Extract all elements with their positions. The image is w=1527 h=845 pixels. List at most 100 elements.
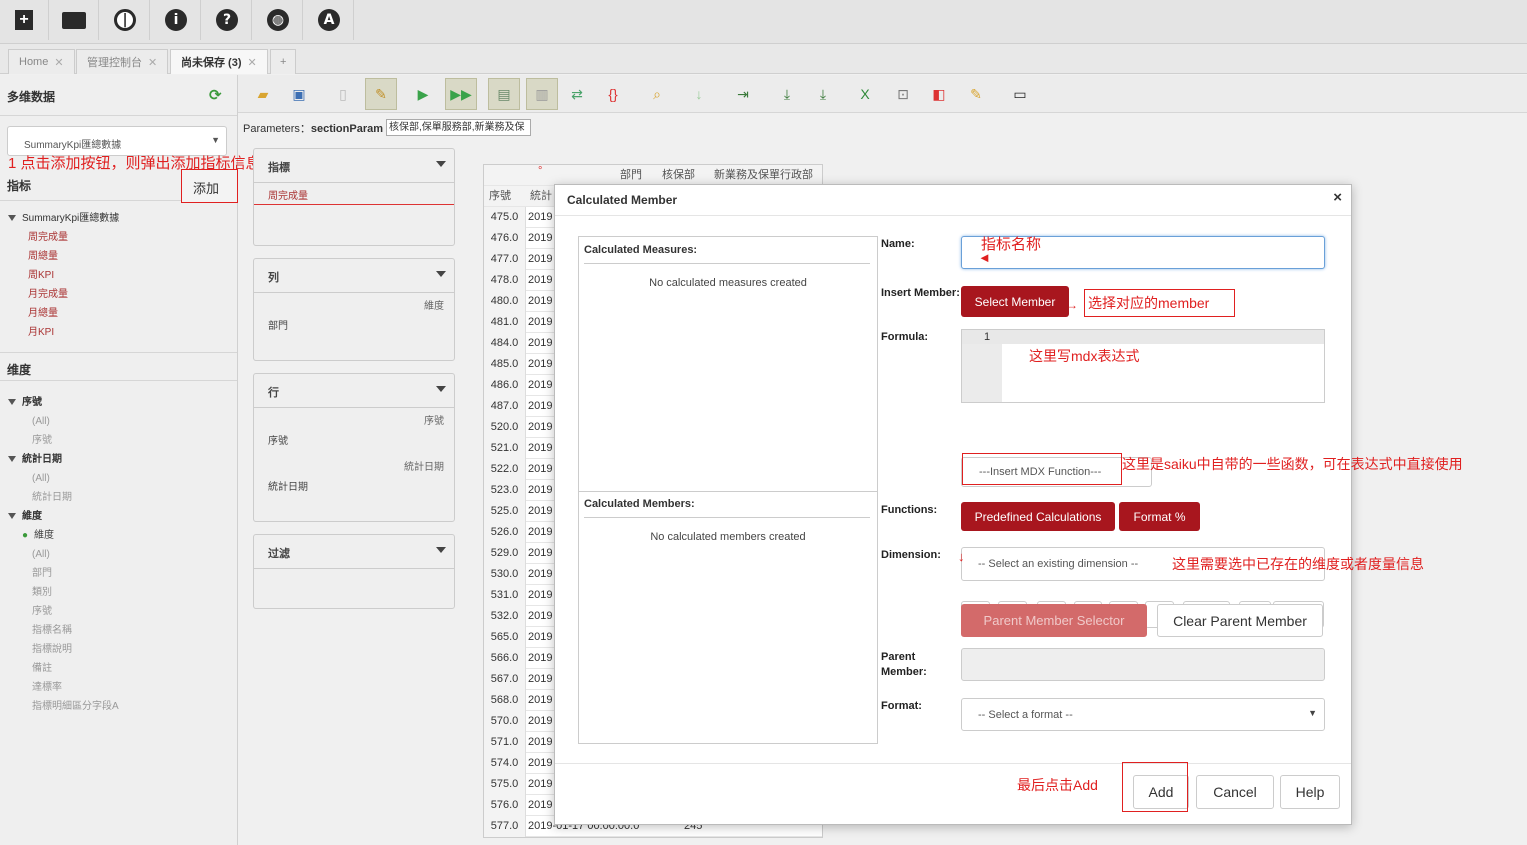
level-item[interactable]: 部門 bbox=[8, 564, 119, 583]
drill-across-icon[interactable]: ⇥ bbox=[732, 83, 754, 105]
measure-item[interactable]: 月完成量 bbox=[8, 285, 119, 304]
row-header: 484.0 bbox=[484, 333, 526, 354]
measure-item[interactable]: 周總量 bbox=[8, 247, 119, 266]
row-header: 478.0 bbox=[484, 270, 526, 291]
arrow-icon: → bbox=[1066, 298, 1078, 312]
parent-member-selector-button[interactable]: Parent Member Selector bbox=[961, 604, 1147, 637]
chevron-down-icon: ▼ bbox=[211, 135, 220, 145]
date-cell: 2019 bbox=[528, 568, 553, 580]
level-item[interactable]: 指標說明 bbox=[8, 640, 119, 659]
logout-button[interactable]: | bbox=[101, 0, 150, 40]
language-button[interactable]: ◍ bbox=[254, 0, 303, 40]
new-query-button[interactable]: + bbox=[0, 0, 49, 40]
level-item[interactable]: 序號 bbox=[8, 602, 119, 621]
measure-item[interactable]: 月KPI bbox=[8, 323, 119, 342]
presentation-icon[interactable]: ▭ bbox=[1009, 83, 1031, 105]
swap-axis-icon[interactable]: ⇄ bbox=[566, 83, 588, 105]
cubes-title: 多维数据 bbox=[7, 90, 56, 104]
panel-header[interactable]: 行 bbox=[254, 374, 454, 408]
level-item[interactable]: 指標明細區分字段A bbox=[8, 697, 119, 716]
level-chip[interactable]: 部門 bbox=[268, 317, 288, 332]
parent-member-field[interactable] bbox=[961, 648, 1325, 681]
drill-down-icon[interactable]: ↓ bbox=[688, 83, 710, 105]
tab-admin-console[interactable]: 管理控制台 ✕ bbox=[76, 49, 169, 74]
close-icon[interactable]: ✕ bbox=[148, 56, 157, 69]
export-down2-icon[interactable]: ⤓ bbox=[812, 83, 834, 105]
mdx-icon[interactable]: ✎ bbox=[965, 83, 987, 105]
excel-icon[interactable]: X bbox=[854, 83, 876, 105]
level-item[interactable]: 達標率 bbox=[8, 678, 119, 697]
cancel-button[interactable]: Cancel bbox=[1196, 775, 1274, 809]
dimension-name: 維度 bbox=[424, 301, 444, 312]
save-icon[interactable]: ▣ bbox=[288, 83, 310, 105]
level-all[interactable]: (All) bbox=[8, 412, 119, 431]
level-item[interactable]: 類別 bbox=[8, 583, 119, 602]
measure-chip[interactable]: 周完成量 bbox=[268, 187, 308, 202]
refresh-icon[interactable]: ⟳ bbox=[209, 86, 222, 104]
new-doc-icon[interactable]: ▯ bbox=[332, 83, 354, 105]
zoom-icon[interactable]: ⌕ bbox=[646, 83, 668, 105]
parameter-input[interactable]: 核保部,保單服務部,新業務及保 bbox=[386, 119, 531, 136]
close-icon[interactable]: ✕ bbox=[54, 56, 63, 69]
dimension-label: 序號 bbox=[22, 397, 42, 408]
level-item[interactable]: 指標名稱 bbox=[8, 621, 119, 640]
non-empty-icon[interactable]: {} bbox=[602, 83, 624, 105]
level-item[interactable]: 序號 bbox=[8, 431, 119, 450]
dimension-node-weidu[interactable]: 維度 bbox=[8, 507, 119, 526]
measure-item[interactable]: 周KPI bbox=[8, 266, 119, 285]
format-percent-button[interactable]: Format % bbox=[1119, 502, 1200, 531]
cube-node[interactable]: SummaryKpi匯總數據 bbox=[8, 209, 119, 228]
date-cell: 2019 bbox=[528, 526, 553, 538]
level-all[interactable]: (All) bbox=[8, 469, 119, 488]
pdf-icon[interactable]: ◧ bbox=[928, 83, 950, 105]
run-icon[interactable]: ▶ bbox=[412, 83, 434, 105]
help-button[interactable]: Help bbox=[1280, 775, 1340, 809]
panel-header[interactable]: 过滤 bbox=[254, 535, 454, 569]
formula-editor[interactable]: 1 bbox=[961, 329, 1325, 403]
level-item[interactable]: 備註 bbox=[8, 659, 119, 678]
close-icon[interactable]: ✕ bbox=[248, 56, 257, 69]
level-chip[interactable]: 序號 bbox=[268, 432, 288, 447]
dimension-node-date[interactable]: 統計日期 bbox=[8, 450, 119, 469]
csv-icon[interactable]: ⊡ bbox=[892, 83, 914, 105]
export-down-icon[interactable]: ⤓ bbox=[776, 83, 798, 105]
power-icon: | bbox=[114, 9, 136, 31]
help-button[interactable]: ? bbox=[203, 0, 252, 40]
line-number: 1 bbox=[984, 331, 991, 343]
tab-unsaved-query[interactable]: 尚未保存 (3) ✕ bbox=[170, 49, 268, 74]
tab-new[interactable]: + bbox=[270, 49, 297, 74]
date-cell: 2019 bbox=[528, 337, 553, 349]
panel-header[interactable]: 指標 bbox=[254, 149, 454, 183]
add-measure-button[interactable]: 添加 bbox=[181, 169, 238, 203]
auto-run-icon[interactable]: ▶▶ bbox=[445, 78, 477, 110]
panel-header[interactable]: 列 bbox=[254, 259, 454, 293]
dimension-label: 統計日期 bbox=[22, 454, 62, 465]
dialog-title: Calculated Member bbox=[567, 193, 678, 207]
level-all[interactable]: (All) bbox=[8, 545, 119, 564]
admin-button[interactable]: A bbox=[305, 0, 354, 40]
format-label: Format: bbox=[881, 700, 922, 712]
edit-pencil-icon[interactable]: ✎ bbox=[365, 78, 397, 110]
row-header: 530.0 bbox=[484, 564, 526, 585]
level-item-selected[interactable]: ● 維度 bbox=[8, 526, 119, 545]
date-cell: 2019 bbox=[528, 358, 553, 370]
toggle-fields-icon[interactable]: ▤ bbox=[488, 78, 520, 110]
open-query-button[interactable] bbox=[50, 0, 99, 40]
measures-tree: SummaryKpi匯總數據 周完成量 周總量 周KPI 月完成量 月總量 月K… bbox=[8, 209, 119, 342]
toggle-sidebar-icon[interactable]: ▥ bbox=[526, 78, 558, 110]
dimension-node-seq[interactable]: 序號 bbox=[8, 393, 119, 412]
measure-item[interactable]: 月總量 bbox=[8, 304, 119, 323]
format-select[interactable]: -- Select a format -- ▼ bbox=[961, 698, 1325, 731]
select-member-button[interactable]: Select Member bbox=[961, 286, 1069, 317]
clear-parent-member-button[interactable]: Clear Parent Member bbox=[1157, 604, 1323, 637]
tab-home[interactable]: Home ✕ bbox=[8, 49, 75, 74]
date-cell: 2019 bbox=[528, 274, 553, 286]
about-button[interactable]: i bbox=[152, 0, 201, 40]
open-icon[interactable]: ▰ bbox=[252, 83, 274, 105]
predefined-calculations-button[interactable]: Predefined Calculations bbox=[961, 502, 1115, 531]
measure-item[interactable]: 周完成量 bbox=[8, 228, 119, 247]
level-item[interactable]: 統計日期 bbox=[8, 488, 119, 507]
close-icon[interactable]: × bbox=[1333, 189, 1342, 206]
level-chip[interactable]: 統計日期 bbox=[268, 478, 308, 493]
column-header: 新業務及保單行政部 bbox=[714, 169, 813, 181]
